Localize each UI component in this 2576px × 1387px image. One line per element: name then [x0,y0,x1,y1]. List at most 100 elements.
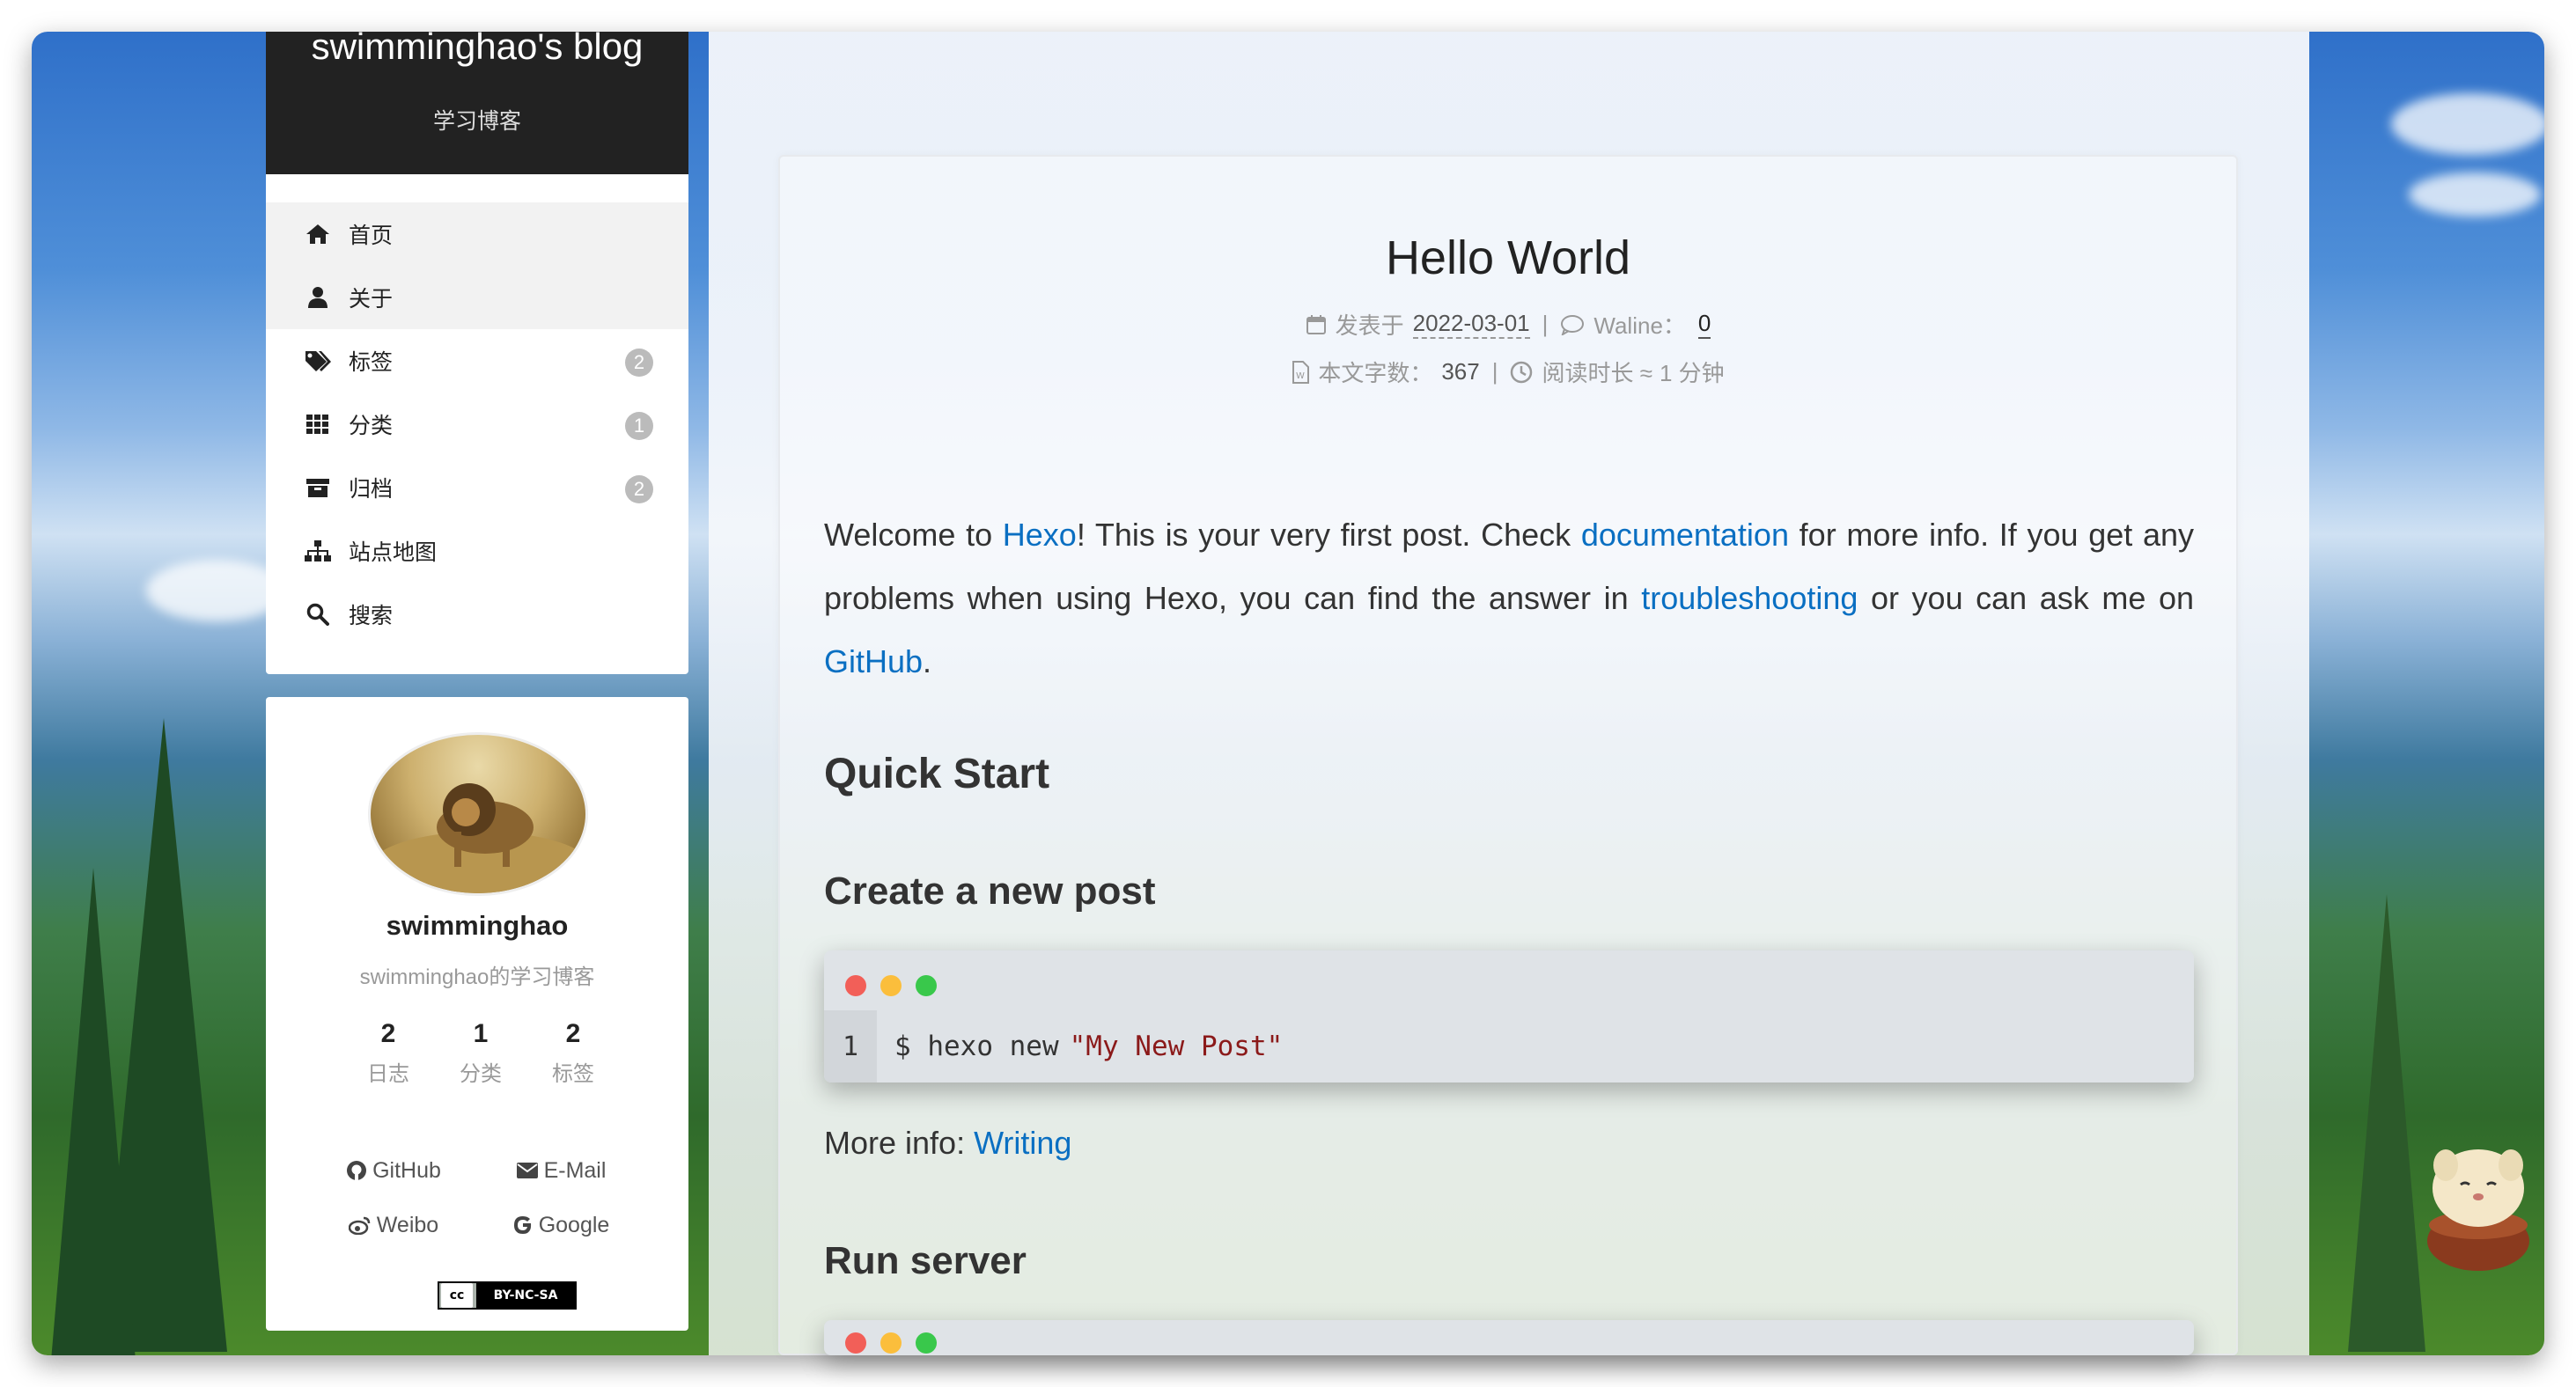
menu-item-label: 关于 [349,287,394,312]
stat-tags[interactable]: 2 标签 [534,1019,613,1087]
menu-item-tags[interactable]: 标签 2 [266,329,688,393]
site-stats: 2 日志 1 分类 2 标签 [349,1019,613,1087]
google-icon [512,1215,534,1236]
link-github[interactable]: GitHub [824,643,923,679]
count-badge: 2 [625,475,653,503]
comment-icon [1560,314,1585,335]
window-close-dot [845,975,866,996]
menu-item-search[interactable]: 搜索 [266,583,688,646]
stat-categories[interactable]: 1 分类 [441,1019,520,1087]
heading-create-new-post: Create a new post [824,870,1156,913]
link-hexo[interactable]: Hexo [1003,517,1077,553]
home-icon [303,221,333,247]
heading-run-server: Run server [824,1239,1027,1282]
menu-item-archives[interactable]: 归档 2 [266,456,688,519]
more-info-label: More info: [824,1125,975,1161]
code-block-titlebar [824,950,2194,1010]
stat-label: 标签 [552,1062,594,1086]
stat-posts[interactable]: 2 日志 [349,1019,428,1087]
grid-icon [303,411,333,437]
clock-icon [1510,361,1533,384]
menu-item-label: 标签 [349,350,394,375]
code-block-partial [824,1320,2194,1355]
window-zoom-dot [916,975,937,996]
site-nav-menu: 首页 关于 标签 2 分类 1 归档 2 站点地图 搜索 [266,174,688,674]
menu-item-categories[interactable]: 分类 1 [266,393,688,456]
github-icon [346,1160,367,1181]
count-badge: 1 [625,412,653,440]
reading-time-value: 1 分钟 [1659,360,1725,386]
meta-separator: | [1542,311,1549,337]
tags-icon [303,348,333,374]
cc-logo-icon: cc [441,1283,473,1308]
license-label: BY-NC-SA [476,1283,575,1308]
author-card: swimminghao swimminghao的学习博客 2 日志 1 分类 2… [266,697,688,1331]
menu-item-sitemap[interactable]: 站点地图 [266,519,688,583]
menu-item-label: 分类 [349,414,394,438]
license-badge[interactable]: cc BY-NC-SA [438,1281,577,1310]
calendar-icon [1306,314,1327,335]
stat-count: 2 [380,1019,396,1048]
code-command: $ hexo new [894,1031,1059,1062]
posted-label: 发表于 [1335,312,1404,339]
sitemap-icon [303,538,333,564]
social-link-weibo[interactable]: Weibo [310,1209,477,1241]
word-count-label: 本文字数： [1318,360,1433,386]
file-word-icon: W [1292,360,1310,384]
social-link-label: E-Mail [543,1157,607,1183]
site-title[interactable]: swimminghao's blog [266,28,688,65]
menu-item-label: 搜索 [349,604,394,628]
weibo-icon [348,1215,372,1235]
heading-quick-start: Quick Start [824,751,1050,797]
posted-date[interactable]: 2022-03-01 [1412,310,1530,339]
intro-text: ! This is your very first post. Check [1076,517,1581,553]
live2d-mascot[interactable] [2412,1126,2544,1276]
more-info-line: More info: Writing [824,1125,1071,1162]
count-badge: 2 [625,349,653,377]
link-troubleshooting[interactable]: troubleshooting [1641,580,1858,616]
menu-item-home[interactable]: 首页 [266,202,688,266]
reading-time-label: 阅读时长 ≈ [1542,360,1652,386]
post-intro-paragraph: Welcome to Hexo! This is your very first… [824,503,2194,694]
intro-text: or you can ask me on [1858,580,2194,616]
code-block: 1 $ hexo new "My New Post" [824,950,2194,1082]
window-close-dot [845,1332,866,1354]
stat-label: 日志 [367,1062,409,1086]
post-meta-line-1: 发表于 2022-03-01 | Waline： 0 [778,308,2238,341]
comments-count[interactable]: 0 [1697,310,1711,339]
social-link-google[interactable]: Google [477,1209,644,1241]
code-text[interactable]: $ hexo new "My New Post" [877,1010,2194,1082]
social-link-label: GitHub [372,1157,441,1183]
code-line: 1 $ hexo new "My New Post" [824,1010,2194,1082]
social-link-label: Google [538,1212,610,1237]
envelope-icon [516,1162,539,1179]
social-links: GitHub E-Mail Weibo Google [310,1155,644,1241]
word-count-value: 367 [1441,358,1480,385]
comments-label: Waline： [1593,312,1686,339]
site-subtitle: 学习博客 [432,109,521,134]
site-brand: swimminghao's blog 学习博客 [266,28,688,174]
author-name: swimminghao [386,910,569,941]
stat-label: 分类 [460,1062,502,1086]
menu-item-label: 归档 [349,477,394,502]
author-description: swimminghao的学习博客 [359,965,595,989]
post-title: Hello World [1385,231,1631,284]
menu-item-about[interactable]: 关于 [266,266,688,329]
menu-item-label: 站点地图 [349,540,438,565]
stat-count: 2 [565,1019,581,1048]
link-documentation[interactable]: documentation [1581,517,1789,553]
social-link-email[interactable]: E-Mail [477,1155,644,1186]
window-minimize-dot [880,1332,902,1354]
stat-count: 1 [473,1019,489,1048]
menu-item-label: 首页 [349,224,394,248]
window-zoom-dot [916,1332,937,1354]
meta-separator: | [1491,358,1498,385]
window-minimize-dot [880,975,902,996]
svg-text:W: W [1296,371,1305,381]
author-avatar [368,732,588,896]
social-link-github[interactable]: GitHub [310,1155,477,1186]
search-icon [303,601,333,627]
code-block-titlebar [824,1320,2194,1355]
intro-text: . [923,643,932,679]
link-writing[interactable]: Writing [974,1125,1071,1161]
